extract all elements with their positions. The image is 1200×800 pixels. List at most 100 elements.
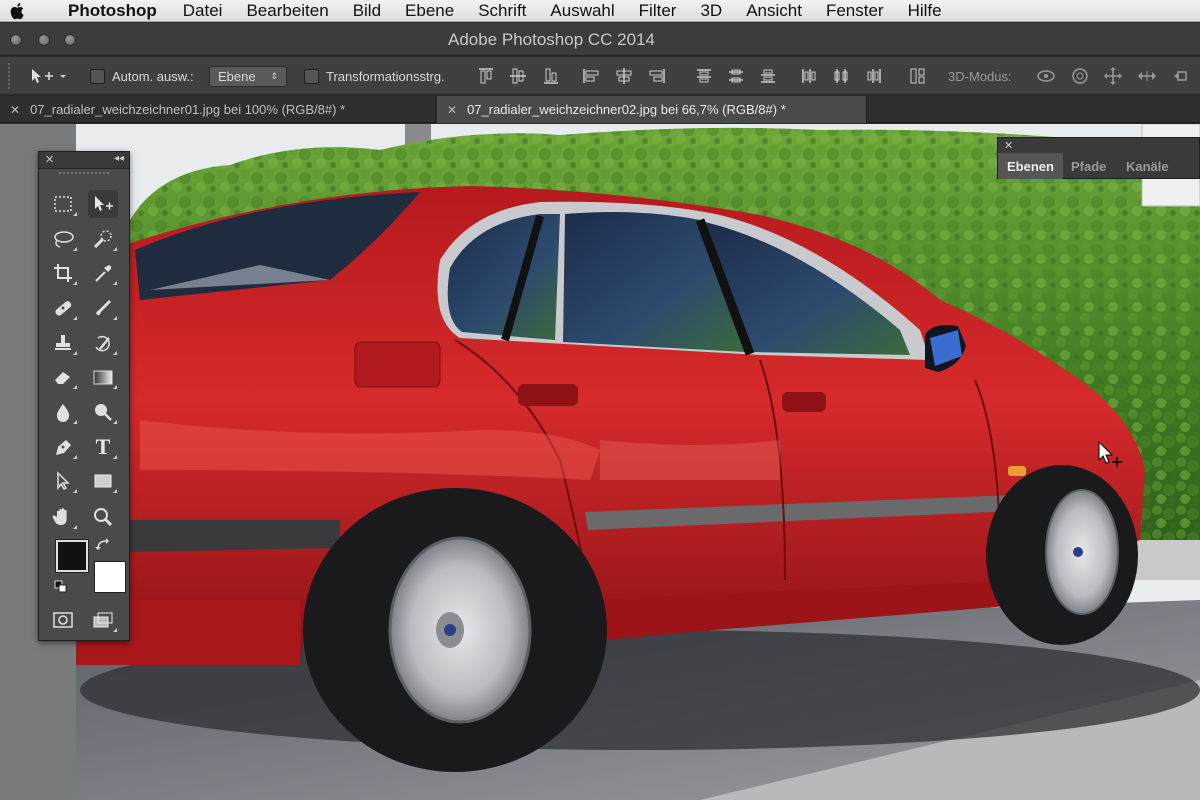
align-top-icon[interactable] (476, 66, 496, 86)
3d-rotate-icon[interactable] (1036, 66, 1056, 86)
close-tab-icon[interactable]: ✕ (447, 103, 457, 117)
align-horizontal-center-icon[interactable] (614, 66, 634, 86)
window-title: Adobe Photoshop CC 2014 (448, 30, 655, 49)
default-colors-icon[interactable] (54, 580, 68, 594)
menu-bearbeiten[interactable]: Bearbeiten (246, 1, 328, 21)
menu-ansicht[interactable]: Ansicht (746, 1, 802, 21)
move-tool[interactable] (88, 190, 118, 218)
magnifier-icon (94, 508, 113, 527)
tab-channels[interactable]: Kanäle (1117, 153, 1178, 179)
history-brush-icon (95, 335, 110, 352)
menu-filter[interactable]: Filter (639, 1, 677, 21)
document-tab-2[interactable]: ✕ 07_radialer_weichzeichner02.jpg bei 66… (437, 96, 867, 123)
menu-fenster[interactable]: Fenster (826, 1, 884, 21)
path-selection-icon (57, 471, 70, 491)
panel-grip[interactable] (59, 172, 109, 182)
brush-tool[interactable] (88, 294, 118, 322)
car-photo (0, 124, 1200, 800)
dodge-tool[interactable] (88, 398, 118, 426)
move-tool-preset-icon (32, 69, 66, 83)
rectangle-tool[interactable] (88, 467, 118, 495)
path-selection-tool[interactable] (48, 467, 78, 495)
bandage-icon (55, 301, 72, 316)
app-menu[interactable]: Photoshop (68, 1, 157, 21)
zoom-tool[interactable] (88, 503, 118, 531)
spot-healing-brush-tool[interactable] (48, 294, 78, 322)
options-bar: Autom. ausw.: Ebene ⇕ Transformationsstr… (0, 57, 1200, 95)
tools-panel-header[interactable]: ✕ ◂◂ (39, 152, 129, 169)
quick-selection-tool[interactable] (88, 225, 118, 253)
tool-preset-picker[interactable] (28, 57, 68, 95)
menu-bild[interactable]: Bild (353, 1, 381, 21)
history-brush-tool[interactable] (88, 329, 118, 357)
eraser-tool[interactable] (48, 363, 78, 391)
hand-tool[interactable] (48, 503, 78, 531)
gradient-tool[interactable] (88, 363, 118, 391)
distribute-right-icon[interactable] (864, 66, 884, 86)
transform-controls-option[interactable]: Transformationsstrg. (304, 57, 445, 95)
auto-select-option[interactable]: Autom. ausw.: (90, 57, 194, 95)
clone-stamp-tool[interactable] (48, 329, 78, 357)
screen-mode-button[interactable] (88, 606, 118, 634)
tab-layers[interactable]: Ebenen (998, 153, 1063, 179)
type-tool[interactable]: T (88, 433, 118, 461)
3d-slide-icon[interactable] (1137, 66, 1157, 86)
foreground-color-swatch[interactable] (56, 540, 88, 572)
crop-tool[interactable] (48, 259, 78, 287)
align-vertical-center-icon[interactable] (508, 66, 528, 86)
document-canvas[interactable] (0, 124, 1200, 800)
background-color-swatch[interactable] (94, 561, 126, 593)
close-panel-icon[interactable]: ✕ (1004, 139, 1013, 152)
distribute-vertical-center-icon[interactable] (726, 66, 746, 86)
rectangle-shape-icon (94, 474, 112, 488)
tab-paths[interactable]: Pfade (1062, 153, 1115, 179)
collapse-panel-icon[interactable]: ◂◂ (114, 153, 124, 164)
blur-tool[interactable] (48, 398, 78, 426)
close-panel-icon[interactable]: ✕ (45, 153, 54, 166)
align-right-icon[interactable] (647, 66, 667, 86)
distribute-bottom-icon[interactable] (758, 66, 778, 86)
tab-layers-label: Ebenen (1007, 158, 1054, 174)
transform-controls-label: Transformationsstrg. (326, 68, 445, 84)
rectangular-marquee-tool[interactable] (48, 190, 78, 218)
close-tab-icon[interactable]: ✕ (10, 103, 20, 117)
3d-scale-icon[interactable] (1172, 66, 1192, 86)
brush-icon (96, 300, 111, 316)
distribute-top-icon[interactable] (694, 66, 714, 86)
menu-datei[interactable]: Datei (183, 1, 223, 21)
rear-wheel (303, 488, 607, 772)
auto-select-checkbox[interactable] (90, 68, 105, 84)
align-bottom-icon[interactable] (541, 66, 561, 86)
hand-icon (52, 508, 67, 525)
screen-mode-icon (93, 612, 113, 628)
eraser-icon (55, 372, 70, 384)
auto-align-layers-icon[interactable] (908, 66, 928, 86)
quick-mask-button[interactable] (48, 606, 78, 634)
tools-panel: ✕ ◂◂ T (38, 151, 130, 641)
pen-tool[interactable] (48, 433, 78, 461)
updown-arrows-icon: ⇕ (270, 70, 278, 81)
eyedropper-tool[interactable] (88, 259, 118, 287)
options-bar-grip[interactable] (8, 63, 14, 89)
distribute-horizontal-center-icon[interactable] (831, 66, 851, 86)
tab-channels-label: Kanäle (1126, 158, 1169, 174)
menu-ebene[interactable]: Ebene (405, 1, 454, 21)
document-tab-1[interactable]: ✕ 07_radialer_weichzeichner01.jpg bei 10… (0, 96, 436, 123)
distribute-left-icon[interactable] (799, 66, 819, 86)
eyedropper-icon (95, 265, 112, 282)
transform-controls-checkbox[interactable] (304, 68, 319, 84)
align-left-icon[interactable] (581, 66, 601, 86)
auto-select-dropdown[interactable]: Ebene ⇕ (209, 65, 287, 87)
menu-auswahl[interactable]: Auswahl (550, 1, 614, 21)
swap-colors-icon[interactable] (95, 537, 111, 553)
quick-mask-icon (53, 612, 73, 628)
lasso-tool[interactable] (48, 225, 78, 253)
menu-schrift[interactable]: Schrift (478, 1, 526, 21)
document-tab-bar: ✕ 07_radialer_weichzeichner01.jpg bei 10… (0, 96, 1200, 123)
menu-hilfe[interactable]: Hilfe (908, 1, 942, 21)
menu-3d[interactable]: 3D (700, 1, 722, 21)
3d-roll-icon[interactable] (1070, 66, 1090, 86)
quick-selection-icon (93, 230, 112, 249)
3d-pan-icon[interactable] (1103, 66, 1123, 86)
apple-icon[interactable] (0, 2, 36, 20)
